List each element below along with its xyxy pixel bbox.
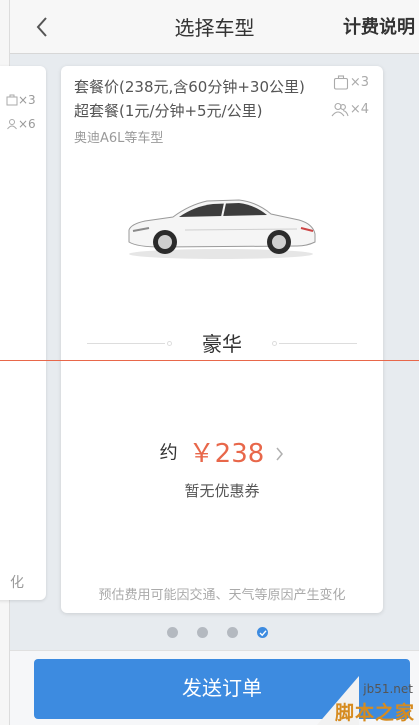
passenger-capacity: ×4 [331, 102, 369, 117]
page-indicator [167, 627, 268, 638]
overage-price: 超套餐(1元/分钟+5元/公里) [74, 102, 263, 120]
prev-luggage-count: ×3 [18, 93, 36, 107]
car-model: 奥迪A6L等车型 [74, 131, 164, 146]
car-image [128, 199, 316, 259]
car-class-label: 豪华 [202, 332, 242, 356]
package-price: 套餐价(238元,含60分钟+30公里) [74, 78, 305, 96]
passenger-icon [331, 102, 349, 117]
page-dot[interactable] [167, 627, 178, 638]
pricing-info-link[interactable]: 计费说明 [343, 16, 415, 40]
prev-luggage-capacity: ×3 [6, 88, 36, 112]
price-prefix: 约 [159, 442, 178, 464]
passenger-count: ×4 [349, 102, 369, 117]
header-bar: 选择车型 计费说明 [10, 0, 419, 54]
car-type-card[interactable]: 套餐价(238元,含60分钟+30公里) 超套餐(1元/分钟+5元/公里) 奥迪… [61, 66, 383, 613]
page-dot-active[interactable] [257, 627, 268, 638]
chevron-right-icon [276, 447, 284, 460]
previous-car-card[interactable]: ×3 ×6 化 [0, 66, 46, 600]
passenger-icon [7, 119, 17, 130]
watermark: jb51.net 脚本之家 [289, 676, 419, 725]
page-dot[interactable] [227, 627, 238, 638]
luggage-capacity: ×3 [333, 75, 369, 90]
prev-passenger-count: ×6 [18, 117, 36, 131]
luggage-icon [333, 75, 348, 90]
watermark-domain: jb51.net [363, 682, 413, 696]
prev-passenger-capacity: ×6 [6, 112, 36, 136]
luggage-count: ×3 [349, 75, 369, 90]
prev-card-bottom-text: 化 [10, 575, 24, 591]
price-value: ￥238 [188, 438, 265, 469]
divider-line [279, 343, 357, 344]
check-icon [259, 629, 267, 636]
watermark-box: jb51.net 脚本之家 [309, 680, 419, 725]
divider-dot [272, 341, 277, 346]
price-estimate[interactable]: 约 ￥238 [61, 437, 383, 470]
page-dot[interactable] [197, 627, 208, 638]
red-guide-line [0, 360, 419, 361]
coupon-status: 暂无优惠券 [184, 482, 260, 500]
fare-disclaimer: 预估费用可能因交通、天气等原因产生变化 [98, 588, 346, 603]
luggage-icon [6, 94, 18, 106]
watermark-name: 脚本之家 [334, 702, 415, 724]
car-class-row: 豪华 [87, 330, 357, 358]
